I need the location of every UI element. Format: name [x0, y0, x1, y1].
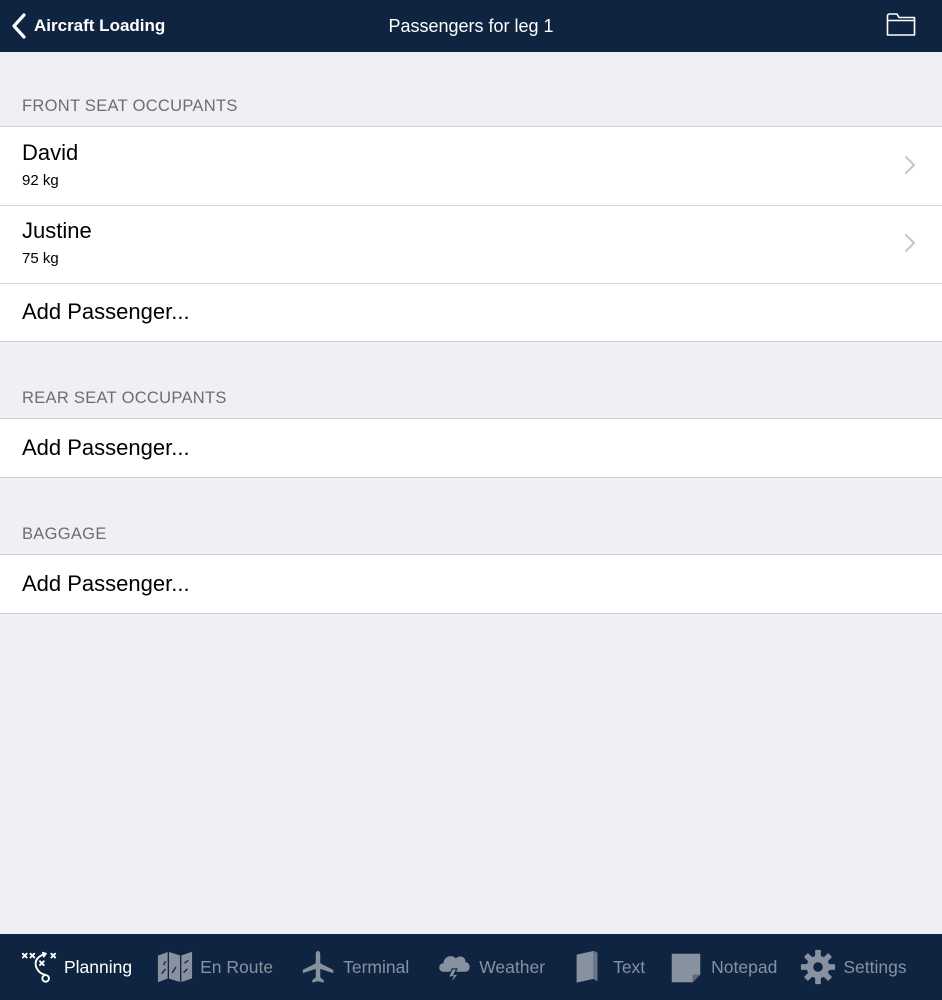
add-baggage-button[interactable]: Add Passenger... [0, 555, 942, 613]
tab-text[interactable]: Text [569, 934, 645, 1000]
gear-icon [801, 949, 836, 985]
tab-label: En Route [200, 956, 274, 977]
section-header-rear-seat: REAR SEAT OCCUPANTS [22, 389, 227, 407]
passenger-weight: 75 kg [22, 250, 59, 267]
tab-weather[interactable]: Weather [435, 934, 545, 1000]
tab-settings[interactable]: Settings [799, 934, 907, 1000]
back-button[interactable]: Aircraft Loading [10, 0, 165, 52]
tab-planning[interactable]: Planning [20, 934, 132, 1000]
folder-icon [886, 13, 916, 36]
cloud-lightning-icon [439, 956, 470, 985]
tab-en-route[interactable]: En Route [156, 934, 273, 1000]
book-icon [576, 950, 598, 984]
passenger-weight: 92 kg [22, 172, 59, 189]
passenger-name: Justine [22, 218, 92, 243]
chevron-left-icon [12, 13, 26, 39]
rear-seat-group: Add Passenger... [0, 418, 942, 478]
navigation-bar: Aircraft Loading Passengers for leg 1 [0, 0, 942, 52]
section-header-baggage: BAGGAGE [22, 525, 107, 543]
section-header-front-seat: FRONT SEAT OCCUPANTS [22, 97, 238, 115]
passenger-row-justine[interactable]: Justine 75 kg [0, 205, 942, 283]
planning-icon [21, 951, 57, 983]
tab-notepad[interactable]: Notepad [667, 934, 777, 1000]
tab-label: Terminal [343, 956, 410, 977]
back-button-label: Aircraft Loading [34, 16, 166, 35]
passenger-name: David [22, 140, 79, 165]
tab-label: Notepad [711, 956, 778, 977]
folder-button[interactable] [886, 11, 916, 37]
map-icon [158, 951, 193, 983]
tab-label: Weather [479, 956, 546, 977]
add-front-passenger-button[interactable]: Add Passenger... [0, 283, 942, 341]
tab-label: Text [613, 956, 646, 977]
baggage-group: Add Passenger... [0, 554, 942, 614]
chevron-right-icon [904, 155, 916, 175]
tab-terminal[interactable]: Terminal [299, 934, 409, 1000]
tab-label: Planning [64, 956, 133, 977]
add-rear-passenger-button[interactable]: Add Passenger... [0, 419, 942, 477]
passenger-list: FRONT SEAT OCCUPANTS David 92 kg Justine… [0, 52, 942, 614]
tab-label: Settings [843, 956, 907, 977]
tab-bar: Planning En Route Terminal Weather Text … [0, 934, 942, 1000]
passenger-row-david[interactable]: David 92 kg [0, 127, 942, 205]
notepad-icon [671, 953, 701, 983]
airplane-icon [302, 950, 334, 983]
front-seat-group: David 92 kg Justine 75 kg Add Passenger.… [0, 126, 942, 342]
chevron-right-icon [904, 233, 916, 253]
